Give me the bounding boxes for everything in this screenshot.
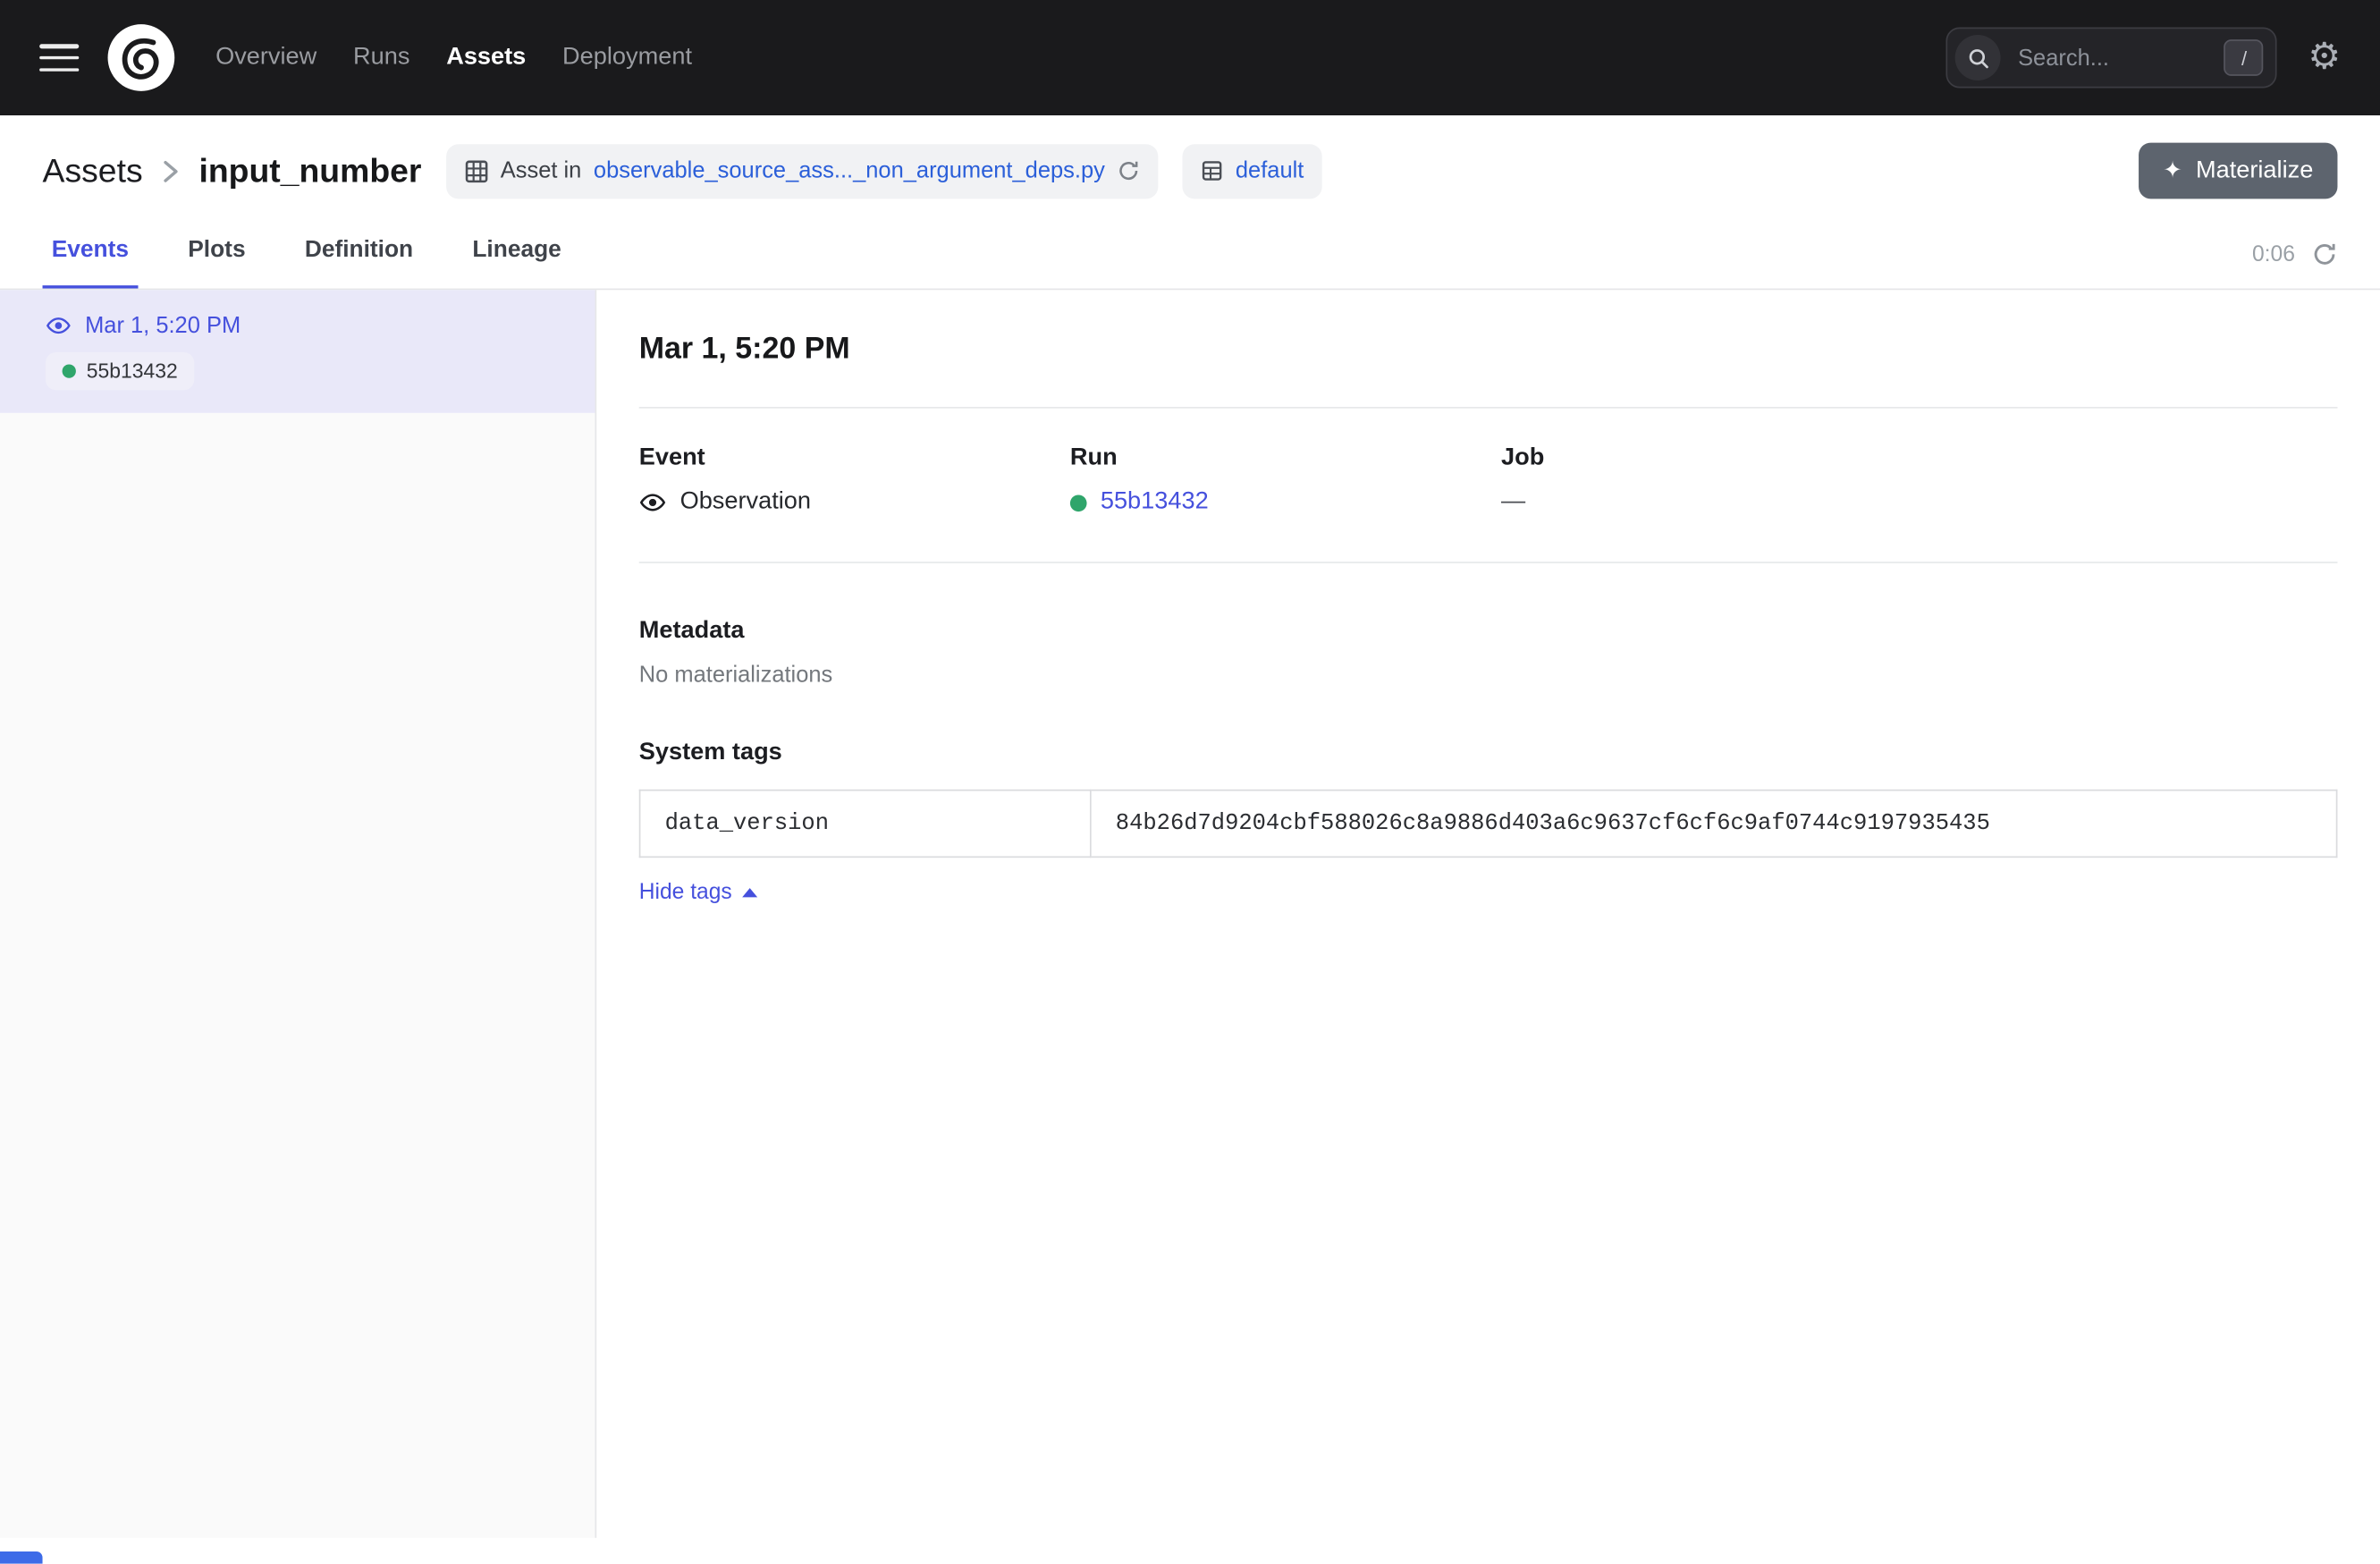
divider <box>639 562 2338 563</box>
hide-tags-link[interactable]: Hide tags <box>639 881 758 905</box>
metadata-heading: Metadata <box>639 618 2338 646</box>
asset-source-file-link[interactable]: observable_source_ass..._non_argument_de… <box>594 158 1105 184</box>
event-list-item[interactable]: Mar 1, 5:20 PM 55b13432 <box>0 290 595 413</box>
tab-lineage[interactable]: Lineage <box>463 235 570 288</box>
observation-eye-icon <box>639 489 667 517</box>
reload-definition-icon[interactable] <box>1117 159 1139 182</box>
asset-group-pill: default <box>1182 143 1321 198</box>
asset-definition-pill: Asset in observable_source_ass..._non_ar… <box>446 143 1159 198</box>
refresh-icon[interactable] <box>2312 241 2338 267</box>
event-item-header: Mar 1, 5:20 PM <box>46 313 570 339</box>
system-tags-heading: System tags <box>639 740 2338 767</box>
tag-key-cell: data_version <box>640 790 1091 858</box>
events-sidebar: Mar 1, 5:20 PM 55b13432 <box>0 290 596 1538</box>
run-column-label: Run <box>1070 444 1501 472</box>
hide-tags-label: Hide tags <box>639 881 732 905</box>
dagster-logo-icon[interactable] <box>106 22 176 92</box>
run-id-chip: 55b13432 <box>46 352 195 390</box>
event-summary-columns: Event Observation Run 55b13432 <box>639 444 2338 516</box>
asset-group-link[interactable]: default <box>1236 158 1304 184</box>
search-icon <box>1955 35 2001 80</box>
job-column-value: — <box>1501 489 2337 517</box>
asset-name-title: input_number <box>198 151 421 190</box>
materialize-button-label: Materialize <box>2196 157 2313 185</box>
nav-item-deployment[interactable]: Deployment <box>562 44 692 72</box>
tag-value-cell: 84b26d7d9204cbf588026c8a9886d403a6c9637c… <box>1091 790 2337 858</box>
tab-plots[interactable]: Plots <box>179 235 255 288</box>
search-box[interactable]: / <box>1946 28 2277 89</box>
content-area: Mar 1, 5:20 PM 55b13432 Mar 1, 5:20 PM E… <box>0 290 2380 1538</box>
tabs-row: Events Plots Definition Lineage 0:06 <box>0 199 2380 288</box>
nav-item-assets[interactable]: Assets <box>446 44 526 72</box>
event-column-label: Event <box>639 444 1070 472</box>
app-root: Overview Runs Assets Deployment / ⚙ Asse… <box>0 0 2380 1564</box>
tab-definition[interactable]: Definition <box>296 235 423 288</box>
job-column-label: Job <box>1501 444 2337 472</box>
refresh-status: 0:06 <box>2252 241 2337 289</box>
settings-gear-icon[interactable]: ⚙ <box>2308 39 2341 76</box>
group-sheet-icon <box>1201 159 1223 182</box>
event-column-value: Observation <box>639 489 1070 517</box>
menu-icon[interactable] <box>39 44 79 72</box>
page-header: Assets input_number Asset in observable_… <box>0 115 2380 199</box>
observation-eye-icon <box>46 313 72 339</box>
run-chip-label: 55b13432 <box>87 359 178 382</box>
sparkle-icon: ✦ <box>2163 159 2182 182</box>
page-header-section: Assets input_number Asset in observable_… <box>0 115 2380 290</box>
nav-item-runs[interactable]: Runs <box>353 44 409 72</box>
breadcrumb: Assets input_number <box>43 151 422 190</box>
job-empty-value: — <box>1501 489 1525 517</box>
breadcrumb-assets-link[interactable]: Assets <box>43 151 143 190</box>
primary-nav: Overview Runs Assets Deployment <box>215 44 692 72</box>
table-row: data_version 84b26d7d9204cbf588026c8a988… <box>640 790 2337 858</box>
tab-events[interactable]: Events <box>43 235 139 288</box>
asset-grid-icon <box>464 158 488 182</box>
top-navbar: Overview Runs Assets Deployment / ⚙ <box>0 0 2380 115</box>
run-column-value: 55b13432 <box>1070 489 1501 517</box>
metadata-empty-text: No materializations <box>639 662 2338 688</box>
materialize-button[interactable]: ✦ Materialize <box>2139 143 2337 199</box>
event-detail-title: Mar 1, 5:20 PM <box>639 333 2338 368</box>
search-input[interactable] <box>2015 43 2211 72</box>
job-column: Job — <box>1501 444 2337 516</box>
event-type-value: Observation <box>680 489 811 517</box>
run-id-link[interactable]: 55b13432 <box>1101 489 1209 517</box>
run-column: Run 55b13432 <box>1070 444 1501 516</box>
event-timestamp: Mar 1, 5:20 PM <box>85 313 241 339</box>
caret-up-icon <box>743 888 758 897</box>
chevron-right-icon <box>161 157 181 185</box>
run-status-dot <box>63 364 76 377</box>
search-shortcut-key: / <box>2224 39 2264 76</box>
event-detail-panel: Mar 1, 5:20 PM Event Observation Run <box>596 290 2380 1538</box>
nav-item-overview[interactable]: Overview <box>215 44 316 72</box>
system-tags-table: data_version 84b26d7d9204cbf588026c8a988… <box>639 790 2338 858</box>
run-status-dot <box>1070 495 1087 511</box>
bottom-left-accent <box>0 1551 43 1564</box>
divider <box>639 407 2338 409</box>
event-column: Event Observation <box>639 444 1070 516</box>
refresh-elapsed-time: 0:06 <box>2252 242 2295 266</box>
asset-pill-prefix: Asset in <box>501 158 582 184</box>
